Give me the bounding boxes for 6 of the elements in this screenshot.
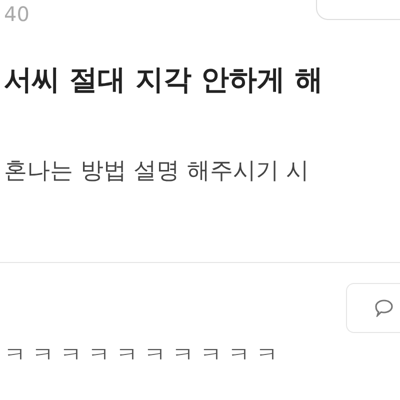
speech-bubble-icon bbox=[374, 299, 394, 317]
post-body: 혼나는 방법 설명 해주시기 시 bbox=[4, 157, 310, 186]
comment-button[interactable] bbox=[346, 283, 400, 333]
post-title: 서씨 절대 지각 안하게 해 bbox=[4, 62, 324, 98]
comment-text: ㅋㅋㅋㅋㅋㅋㅋㅋㅋㅋ bbox=[4, 343, 285, 369]
view-count: 40 bbox=[4, 2, 30, 26]
